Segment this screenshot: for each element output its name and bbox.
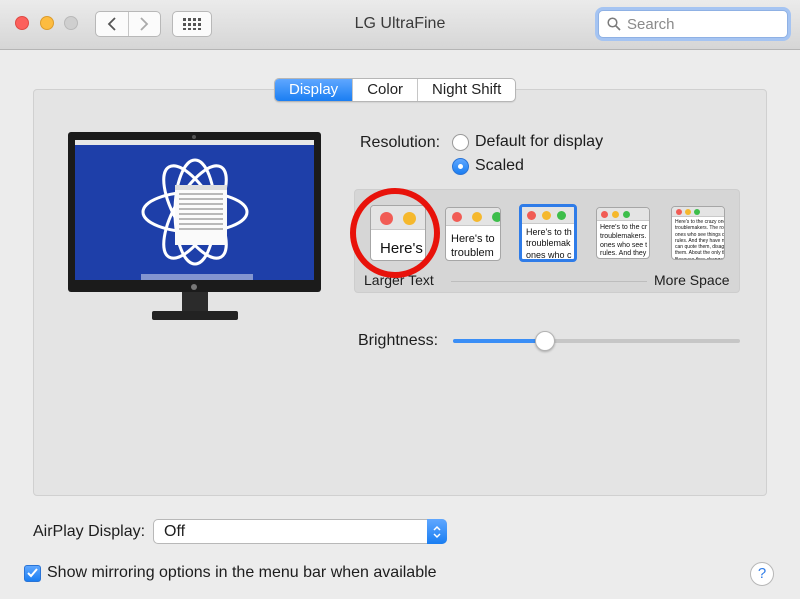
close-dot xyxy=(601,211,608,218)
zoom-window-button[interactable] xyxy=(64,16,78,30)
option-sample-text: Here's to troublem xyxy=(451,233,495,259)
radio-label: Default for display xyxy=(475,133,604,150)
minimize-dot xyxy=(542,211,551,220)
lg-logo-icon xyxy=(191,284,197,290)
more-space-label: More Space xyxy=(654,272,730,288)
tab-bar: Display Color Night Shift xyxy=(274,78,517,102)
chevron-left-icon xyxy=(107,17,116,31)
tab-night-shift[interactable]: Night Shift xyxy=(417,79,515,101)
option-titlebar xyxy=(522,207,574,224)
tab-display[interactable]: Display xyxy=(275,79,353,101)
zoom-dot xyxy=(492,212,500,222)
minimize-dot xyxy=(472,212,482,222)
zoom-dot xyxy=(623,211,630,218)
minimize-dot xyxy=(685,209,691,215)
airplay-selected-value: Off xyxy=(164,523,186,540)
camera-dot xyxy=(192,135,196,139)
radio-scaled[interactable]: Scaled xyxy=(452,157,524,175)
option-sample-text: Here's to th troublemak ones who c xyxy=(526,227,572,260)
monitor-stand-neck xyxy=(182,292,208,312)
close-window-button[interactable] xyxy=(15,16,29,30)
monitor-stand-base xyxy=(152,311,238,320)
screen-dock xyxy=(141,274,253,280)
tab-color[interactable]: Color xyxy=(352,79,417,101)
radio-default-for-display[interactable]: Default for display xyxy=(452,133,603,151)
search-input[interactable] xyxy=(627,15,777,33)
search-field[interactable] xyxy=(598,10,788,38)
airplay-display-select[interactable]: Off xyxy=(153,519,447,544)
option-sample-text: Here's to the crazy one troublemakers. T… xyxy=(675,219,725,260)
close-dot xyxy=(452,212,462,222)
option-sample-text: Here's to the cr troublemakers. ones who… xyxy=(600,224,648,258)
resolution-label: Resolution: xyxy=(360,134,441,151)
minimize-window-button[interactable] xyxy=(40,16,54,30)
radio-button[interactable] xyxy=(452,157,469,175)
brightness-slider[interactable] xyxy=(453,331,740,351)
radio-label: Scaled xyxy=(475,157,524,174)
scale-option-3-selected[interactable]: Here's to th troublemak ones who c xyxy=(519,204,577,262)
monitor-illustration xyxy=(68,132,321,292)
airplay-display-label: AirPlay Display: xyxy=(33,523,146,540)
show-all-grid-icon xyxy=(183,18,201,30)
monitor-screen xyxy=(75,140,314,280)
scale-option-4[interactable]: Here's to the cr troublemakers. ones who… xyxy=(596,207,650,259)
option-titlebar xyxy=(446,208,500,226)
help-button[interactable]: ? xyxy=(750,562,774,586)
scale-divider-line xyxy=(451,281,647,282)
forward-button[interactable] xyxy=(127,12,160,36)
brightness-knob[interactable] xyxy=(534,331,555,351)
scale-option-2[interactable]: Here's to troublem xyxy=(445,207,501,261)
back-button[interactable] xyxy=(96,12,128,36)
preferences-window: LG UltraFine Display Color Night Shift xyxy=(0,0,800,599)
chevron-right-icon xyxy=(140,17,149,31)
minimize-dot xyxy=(612,211,619,218)
navigation-buttons xyxy=(95,11,161,37)
option-titlebar xyxy=(672,207,724,217)
window-title: LG UltraFine xyxy=(354,15,446,32)
option-titlebar xyxy=(597,208,649,221)
popup-arrows-icon xyxy=(427,519,447,544)
search-icon xyxy=(607,17,621,31)
title-bar: LG UltraFine xyxy=(0,0,800,50)
close-dot xyxy=(527,211,536,220)
mirroring-label: Show mirroring options in the menu bar w… xyxy=(47,564,437,581)
highlight-annotation-circle xyxy=(350,188,440,278)
screen-mini-window xyxy=(175,185,227,245)
zoom-dot xyxy=(694,209,700,215)
close-dot xyxy=(676,209,682,215)
mirroring-checkbox-row[interactable]: Show mirroring options in the menu bar w… xyxy=(24,564,437,582)
radio-button[interactable] xyxy=(452,133,469,151)
brightness-label: Brightness: xyxy=(358,332,439,349)
zoom-dot xyxy=(557,211,566,220)
scale-option-more-space[interactable]: Here's to the crazy one troublemakers. T… xyxy=(671,206,725,260)
mirroring-checkbox[interactable] xyxy=(24,564,41,582)
brightness-fill xyxy=(453,339,545,343)
checkmark-icon xyxy=(27,568,38,578)
show-all-button[interactable] xyxy=(172,11,212,37)
